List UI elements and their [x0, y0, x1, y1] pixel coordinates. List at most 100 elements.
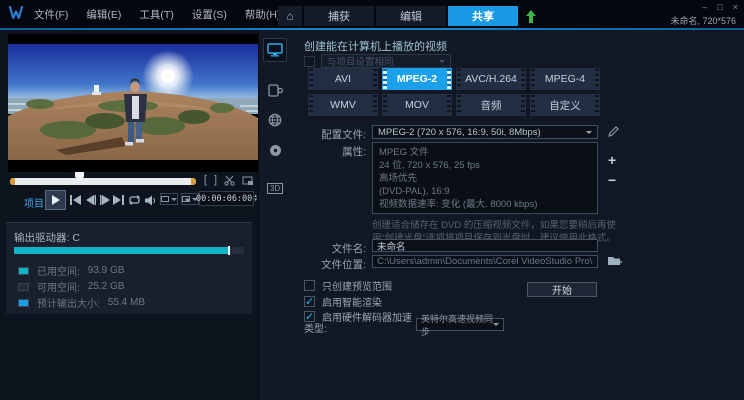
- videostudio-logo-icon: [8, 6, 24, 20]
- format-label: AVC/H.264: [465, 73, 517, 85]
- project-title: 未命名, 720*576: [670, 14, 736, 27]
- timecode-spinner[interactable]: ▲▼: [254, 195, 257, 203]
- tab-share-label: 共享: [472, 8, 494, 24]
- trim-bar[interactable]: [10, 178, 196, 185]
- legend-used: 已用空间: 93.9 GB: [18, 263, 124, 278]
- transport-controls: 项目: [0, 189, 258, 213]
- filename-input[interactable]: [372, 239, 598, 252]
- window-controls: – □ ×: [702, 2, 738, 12]
- filename-label: 文件名:: [294, 241, 366, 256]
- timecode-field[interactable]: 00:00:06:00 ▲▼: [199, 191, 254, 206]
- play-button[interactable]: [45, 190, 66, 210]
- location-label: 文件位置:: [294, 257, 366, 272]
- same-as-project-label: 与项目设置相同: [327, 54, 394, 68]
- category-3d[interactable]: 3D: [263, 176, 287, 200]
- menu-settings[interactable]: 设置(S): [192, 7, 227, 22]
- free-swatch: [18, 283, 29, 291]
- output-drive-title: 输出驱动器: C: [14, 230, 80, 245]
- property-line: (DVD-PAL), 16:9: [379, 185, 591, 198]
- remove-profile-icon[interactable]: −: [608, 174, 616, 186]
- 3d-icon: 3D: [267, 183, 283, 194]
- preview-range-checkbox[interactable]: [304, 280, 315, 291]
- grab-frame-icon[interactable]: [242, 175, 254, 186]
- free-value: 25.2 GB: [88, 281, 125, 292]
- location-input[interactable]: [372, 255, 598, 268]
- menu-tools[interactable]: 工具(T): [139, 7, 173, 22]
- playback-quality-dropdown[interactable]: [160, 193, 178, 205]
- start-button[interactable]: 开始: [527, 282, 597, 297]
- close-button[interactable]: ×: [733, 2, 738, 12]
- category-disc[interactable]: [263, 138, 287, 162]
- split-clip-icon[interactable]: [224, 175, 235, 186]
- previous-frame-button[interactable]: [84, 194, 97, 206]
- format-avc[interactable]: AVC/H.264: [456, 68, 526, 90]
- profile-dropdown[interactable]: MPEG-2 (720 x 576, 16:9, 50i, 8Mbps): [372, 125, 598, 139]
- tab-capture[interactable]: 捕获: [304, 6, 374, 26]
- format-wmv[interactable]: WMV: [308, 94, 378, 116]
- edit-profile-icon[interactable]: [608, 126, 619, 137]
- smart-render-checkbox[interactable]: [304, 296, 315, 307]
- panel-heading: 创建能在计算机上播放的视频: [304, 38, 447, 54]
- volume-button[interactable]: [144, 194, 157, 206]
- disk-usage-bar: [14, 247, 244, 254]
- tab-share[interactable]: 共享: [448, 6, 518, 26]
- home-tab[interactable]: ⌂: [278, 6, 302, 26]
- chevron-down-icon: [493, 323, 499, 329]
- estimated-value: 55.4 MB: [108, 297, 145, 308]
- properties-box: MPEG 文件 24 位, 720 x 576, 25 fps 高场优先 (DV…: [372, 142, 598, 214]
- type-value: 英特尔高速视频同步: [421, 312, 493, 338]
- same-as-project-checkbox[interactable]: [304, 56, 315, 67]
- preview-pane: [ ] 项目: [0, 30, 258, 400]
- tab-capture-label: 捕获: [328, 8, 350, 24]
- format-mpeg4[interactable]: MPEG-4: [530, 68, 600, 90]
- chevron-down-icon: [439, 60, 445, 66]
- add-profile-icon[interactable]: +: [608, 154, 616, 166]
- format-avi[interactable]: AVI: [308, 68, 378, 90]
- format-mov[interactable]: MOV: [382, 94, 452, 116]
- option-label: 启用智能渲染: [322, 294, 382, 309]
- type-label: 类型:: [304, 320, 327, 335]
- menu-help[interactable]: 帮助(H): [245, 7, 281, 22]
- next-frame-button[interactable]: [98, 194, 111, 206]
- category-computer[interactable]: [263, 38, 287, 62]
- same-as-project-dropdown[interactable]: 与项目设置相同: [321, 54, 451, 68]
- mark-in-icon[interactable]: [: [204, 174, 207, 186]
- option-preview-range: 只创建预览范围: [304, 278, 392, 293]
- property-line: MPEG 文件: [379, 146, 591, 159]
- properties-label: 属性:: [294, 144, 366, 159]
- format-label: 自定义: [549, 98, 581, 113]
- disc-icon: [269, 144, 282, 157]
- app-window: 文件(F) 编辑(E) 工具(T) 设置(S) 帮助(H) ⌂ 捕获 编辑 共享…: [0, 0, 744, 400]
- browse-folder-icon[interactable]: [608, 255, 622, 266]
- format-label: MPEG-4: [545, 73, 585, 85]
- format-label: MPEG-2: [397, 73, 437, 85]
- estimated-label: 预计输出大小:: [37, 295, 100, 310]
- legend-estimated: 预计输出大小: 55.4 MB: [18, 295, 145, 310]
- property-line: 高场优先: [379, 172, 591, 185]
- format-label: MOV: [405, 99, 429, 111]
- free-label: 可用空间:: [37, 279, 80, 294]
- loop-button[interactable]: [128, 194, 141, 206]
- video-preview[interactable]: [8, 34, 258, 172]
- computer-icon: [267, 43, 283, 57]
- menu-edit[interactable]: 编辑(E): [86, 7, 121, 22]
- go-end-button[interactable]: [112, 194, 125, 206]
- minimize-button[interactable]: –: [702, 2, 707, 12]
- go-start-button[interactable]: [69, 194, 82, 206]
- mark-out-icon[interactable]: ]: [214, 174, 217, 186]
- share-category-strip: 3D: [258, 30, 290, 400]
- maximize-button[interactable]: □: [717, 2, 722, 12]
- menu-file[interactable]: 文件(F): [34, 7, 68, 22]
- format-label: AVI: [335, 73, 351, 85]
- profile-value: MPEG-2 (720 x 576, 16:9, 50i, 8Mbps): [378, 127, 541, 138]
- category-web[interactable]: [263, 108, 287, 132]
- tab-edit[interactable]: 编辑: [376, 6, 446, 26]
- format-mpeg2[interactable]: MPEG-2: [382, 68, 452, 90]
- upgrade-arrow-icon[interactable]: [526, 10, 536, 23]
- category-device[interactable]: [263, 78, 287, 102]
- type-dropdown[interactable]: 英特尔高速视频同步: [416, 318, 504, 331]
- format-label: WMV: [330, 99, 356, 111]
- property-line: 24 位, 720 x 576, 25 fps: [379, 159, 591, 172]
- format-audio[interactable]: 音频: [456, 94, 526, 116]
- format-custom[interactable]: 自定义: [530, 94, 600, 116]
